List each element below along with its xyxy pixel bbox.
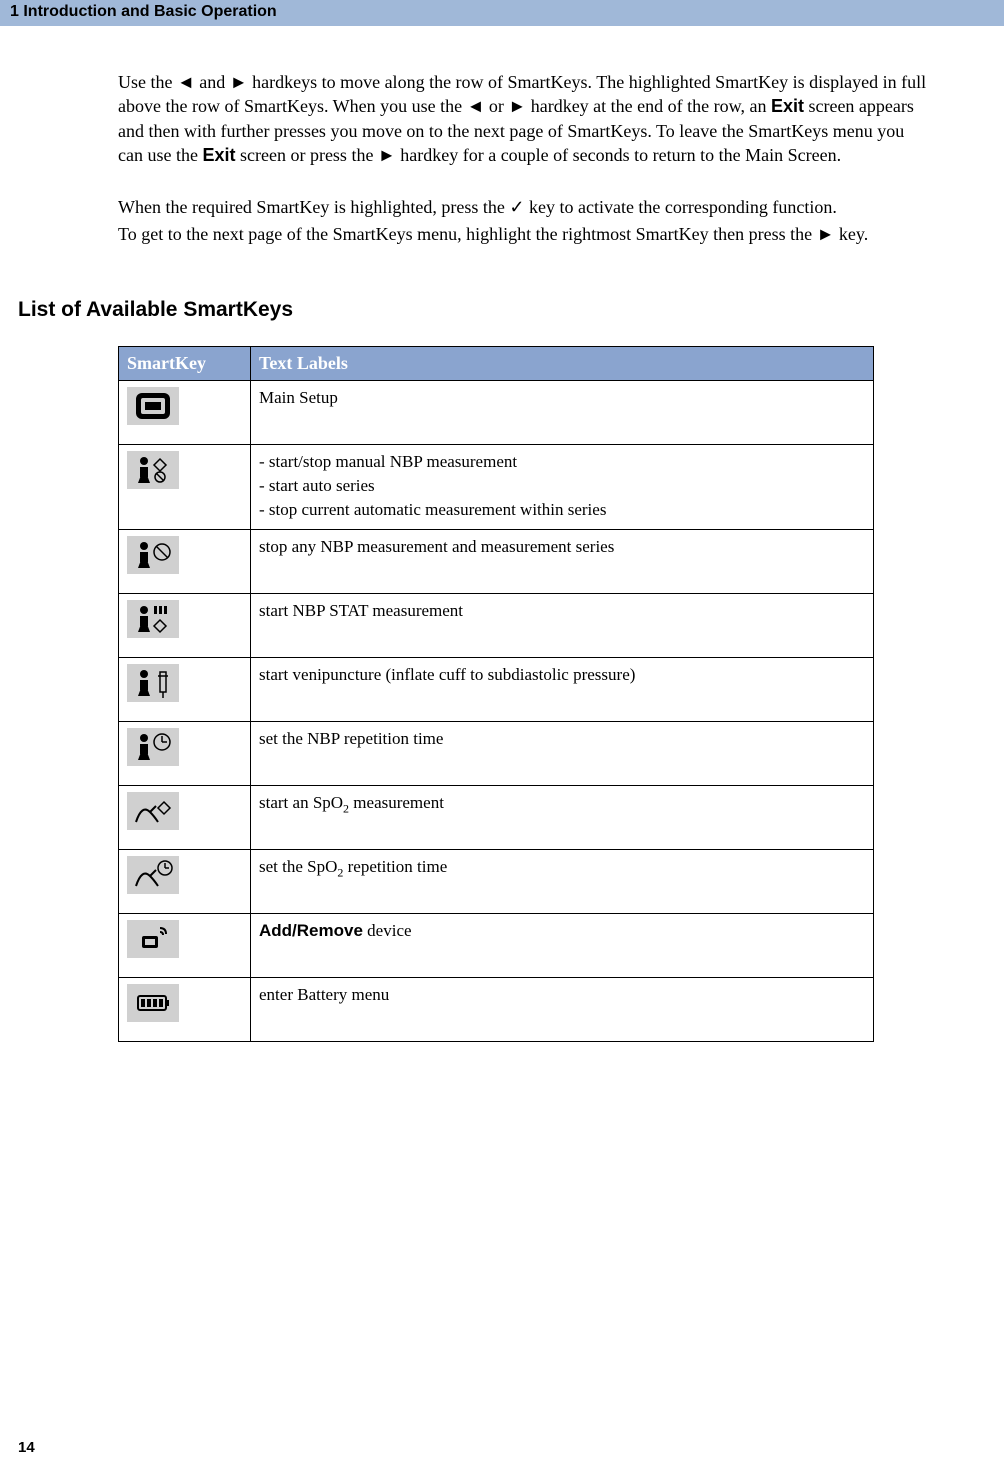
venipuncture-icon bbox=[127, 664, 179, 702]
p1-text-c: screen or press the ► hardkey for a coup… bbox=[235, 145, 841, 165]
table-row: enter Battery menu bbox=[119, 977, 874, 1041]
nbp-repeat-time-icon bbox=[127, 728, 179, 766]
label-cell: Add/Remove device bbox=[251, 913, 874, 977]
smartkey-cell bbox=[119, 721, 251, 785]
label-cell: - start/stop manual NBP measurement - st… bbox=[251, 445, 874, 530]
battery-icon bbox=[127, 984, 179, 1022]
nbp-stat-icon bbox=[127, 600, 179, 638]
table-row: set the SpO2 repetition time bbox=[119, 849, 874, 913]
smartkey-cell bbox=[119, 657, 251, 721]
section-heading: List of Available SmartKeys bbox=[18, 298, 293, 322]
table-header-row: SmartKey Text Labels bbox=[119, 347, 874, 381]
smartkey-cell bbox=[119, 977, 251, 1041]
label-cell: stop any NBP measurement and measurement… bbox=[251, 529, 874, 593]
label-cell: enter Battery menu bbox=[251, 977, 874, 1041]
add-remove-device-icon bbox=[127, 920, 179, 958]
chapter-title: 1 Introduction and Basic Operation bbox=[0, 0, 289, 26]
label-pre: set the SpO bbox=[259, 857, 337, 876]
table-row: start an SpO2 measurement bbox=[119, 785, 874, 849]
table-row: - start/stop manual NBP measurement - st… bbox=[119, 445, 874, 530]
smartkeys-table: SmartKey Text Labels Main Setup - start/… bbox=[118, 346, 874, 1042]
spo2-repeat-time-icon bbox=[127, 856, 179, 894]
label-line: - start auto series bbox=[259, 475, 865, 498]
label-cell: start venipuncture (inflate cuff to subd… bbox=[251, 657, 874, 721]
table-row: set the NBP repetition time bbox=[119, 721, 874, 785]
label-line: - stop current automatic measurement wit… bbox=[259, 499, 865, 522]
label-cell: Main Setup bbox=[251, 381, 874, 445]
nbp-stop-all-icon bbox=[127, 536, 179, 574]
label-line: - start/stop manual NBP measurement bbox=[259, 451, 865, 474]
page-number: 14 bbox=[18, 1439, 35, 1456]
label-post: measurement bbox=[349, 793, 444, 812]
paragraph-3: To get to the next page of the SmartKeys… bbox=[118, 222, 928, 246]
smartkey-cell bbox=[119, 593, 251, 657]
exit-label-2: Exit bbox=[202, 145, 235, 165]
smartkey-cell bbox=[119, 913, 251, 977]
label-rest: device bbox=[363, 921, 412, 940]
smartkey-cell bbox=[119, 529, 251, 593]
smartkey-cell bbox=[119, 445, 251, 530]
table-row: start venipuncture (inflate cuff to subd… bbox=[119, 657, 874, 721]
table-row: start NBP STAT measurement bbox=[119, 593, 874, 657]
label-cell: start an SpO2 measurement bbox=[251, 785, 874, 849]
table-row: Add/Remove device bbox=[119, 913, 874, 977]
label-pre: start an SpO bbox=[259, 793, 343, 812]
table-row: Main Setup bbox=[119, 381, 874, 445]
label-post: repetition time bbox=[343, 857, 447, 876]
smartkey-cell bbox=[119, 785, 251, 849]
nbp-start-stop-icon bbox=[127, 451, 179, 489]
label-bold: Add/Remove bbox=[259, 921, 363, 940]
table-row: stop any NBP measurement and measurement… bbox=[119, 529, 874, 593]
col-header-smartkey: SmartKey bbox=[119, 347, 251, 381]
exit-label-1: Exit bbox=[771, 96, 804, 116]
label-cell: start NBP STAT measurement bbox=[251, 593, 874, 657]
spo2-start-icon bbox=[127, 792, 179, 830]
paragraph-1: Use the ◄ and ► hardkeys to move along t… bbox=[118, 70, 928, 167]
label-cell: set the NBP repetition time bbox=[251, 721, 874, 785]
smartkey-cell bbox=[119, 381, 251, 445]
col-header-text-labels: Text Labels bbox=[251, 347, 874, 381]
paragraph-2: When the required SmartKey is highlighte… bbox=[118, 195, 928, 219]
smartkey-cell bbox=[119, 849, 251, 913]
label-cell: set the SpO2 repetition time bbox=[251, 849, 874, 913]
main-setup-icon bbox=[127, 387, 179, 425]
